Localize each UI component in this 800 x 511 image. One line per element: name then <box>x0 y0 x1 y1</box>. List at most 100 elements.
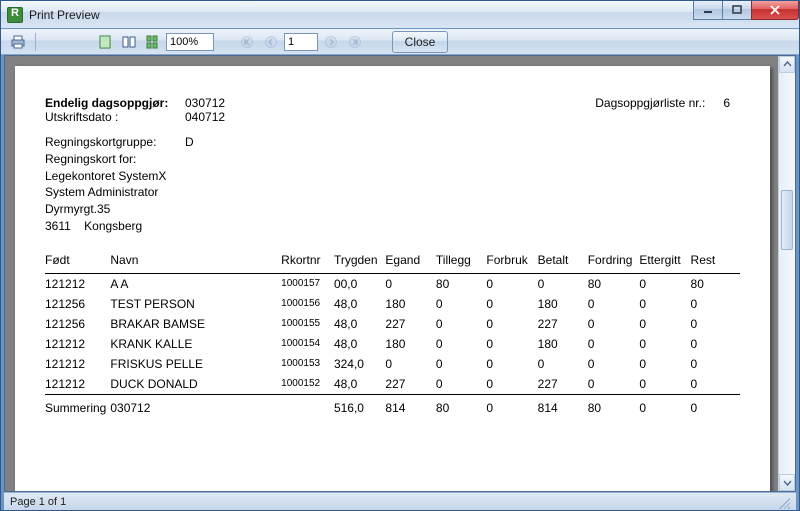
sum-rest: 0 <box>691 394 740 418</box>
regningskort-for: Regningskort for: <box>45 151 740 168</box>
cell-tillegg: 0 <box>436 374 487 395</box>
last-icon <box>349 36 361 48</box>
print-preview-window: Print Preview <box>0 0 800 511</box>
cell-rkortnr: 1000156 <box>281 294 334 314</box>
zoom-input[interactable]: 100% <box>166 33 214 51</box>
chevron-down-icon <box>783 478 792 487</box>
page-layout-button-2[interactable] <box>118 31 140 53</box>
cell-rkortnr: 1000155 <box>281 314 334 334</box>
scroll-down-button[interactable] <box>779 474 795 491</box>
cell-trygden: 324,0 <box>334 354 385 374</box>
app-icon <box>7 7 23 23</box>
cell-fordring: 80 <box>588 273 640 294</box>
next-page-button[interactable] <box>320 31 342 53</box>
summary-row: Summering 030712 516,0 814 80 0 814 80 0… <box>45 394 740 418</box>
vertical-scrollbar[interactable] <box>778 56 795 491</box>
table-row: 121256TEST PERSON100015648,018000180000 <box>45 294 740 314</box>
cell-rest: 0 <box>691 314 740 334</box>
cell-fordring: 0 <box>588 374 640 395</box>
sum-betalt: 814 <box>538 394 588 418</box>
next-icon <box>325 36 337 48</box>
col-navn: Navn <box>110 249 281 274</box>
sum-tillegg: 80 <box>436 394 487 418</box>
first-page-button[interactable] <box>236 31 258 53</box>
page-layout-button-3[interactable] <box>142 31 164 53</box>
cell-forbruk: 0 <box>486 374 537 395</box>
prev-icon <box>265 36 277 48</box>
col-rest: Rest <box>691 249 740 274</box>
cell-trygden: 00,0 <box>334 273 385 294</box>
cell-forbruk: 0 <box>486 294 537 314</box>
endelig-value: 030712 <box>185 96 225 110</box>
sum-fordring: 80 <box>588 394 640 418</box>
cell-trygden: 48,0 <box>334 314 385 334</box>
kontor-line: Legekontoret SystemX <box>45 168 740 185</box>
col-betalt: Betalt <box>538 249 588 274</box>
cell-fodt: 121212 <box>45 374 110 395</box>
adresse-line: Dyrmyrgt.35 <box>45 201 740 218</box>
utskrift-value: 040712 <box>185 110 225 124</box>
table-row: 121212KRANK KALLE100015448,018000180000 <box>45 334 740 354</box>
scroll-up-button[interactable] <box>779 56 795 73</box>
close-preview-button[interactable]: Close <box>392 31 448 53</box>
cell-fordring: 0 <box>588 294 640 314</box>
sum-ettergitt: 0 <box>639 394 690 418</box>
col-tillegg: Tillegg <box>436 249 487 274</box>
two-page-icon <box>122 35 136 49</box>
cell-rest: 80 <box>691 273 740 294</box>
cell-egand: 227 <box>385 374 435 395</box>
cell-fodt: 121212 <box>45 354 110 374</box>
cell-trygden: 48,0 <box>334 334 385 354</box>
print-button[interactable] <box>7 31 29 53</box>
maximize-button[interactable] <box>722 1 752 20</box>
cell-egand: 227 <box>385 314 435 334</box>
cell-egand: 0 <box>385 354 435 374</box>
cell-rest: 0 <box>691 354 740 374</box>
statusbar: Page 1 of 1 <box>4 492 796 510</box>
cell-trygden: 48,0 <box>334 374 385 395</box>
cell-fordring: 0 <box>588 314 640 334</box>
cell-navn: A A <box>110 273 281 294</box>
admin-line: System Administrator <box>45 184 740 201</box>
status-text: Page 1 of 1 <box>10 496 66 508</box>
last-page-button[interactable] <box>344 31 366 53</box>
info-block: Regningskortgruppe: D Regningskort for: … <box>45 134 740 235</box>
gruppe-label: Regningskortgruppe: <box>45 134 185 151</box>
minimize-button[interactable] <box>693 1 723 20</box>
cell-tillegg: 0 <box>436 354 487 374</box>
sum-egand: 814 <box>385 394 435 418</box>
printer-icon <box>10 34 26 50</box>
page-number-input[interactable]: 1 <box>284 33 318 51</box>
titlebar[interactable]: Print Preview <box>1 1 799 29</box>
cell-forbruk: 0 <box>486 334 537 354</box>
liste-value: 6 <box>723 96 730 110</box>
scrollbar-thumb[interactable] <box>781 190 793 250</box>
report-table: Født Navn Rkortnr Trygden Egand Tillegg … <box>45 249 740 418</box>
cell-navn: FRISKUS PELLE <box>110 354 281 374</box>
window-close-button[interactable] <box>751 1 799 20</box>
preview-viewport[interactable]: Dagsoppgjørliste nr.: 6 Endelig dagsoppg… <box>4 55 796 492</box>
cell-fodt: 121256 <box>45 294 110 314</box>
cell-betalt: 0 <box>538 354 588 374</box>
cell-fodt: 121256 <box>45 314 110 334</box>
cell-fordring: 0 <box>588 334 640 354</box>
sum-trygden: 516,0 <box>334 394 385 418</box>
cell-ettergitt: 0 <box>639 294 690 314</box>
multi-page-icon <box>146 35 160 49</box>
chevron-up-icon <box>783 60 792 69</box>
cell-egand: 180 <box>385 334 435 354</box>
cell-fodt: 121212 <box>45 273 110 294</box>
page-layout-button-1[interactable] <box>94 31 116 53</box>
prev-page-button[interactable] <box>260 31 282 53</box>
cell-rkortnr: 1000157 <box>281 273 334 294</box>
cell-forbruk: 0 <box>486 314 537 334</box>
cell-betalt: 227 <box>538 374 588 395</box>
liste-label: Dagsoppgjørliste nr.: <box>595 96 705 110</box>
col-fodt: Født <box>45 249 110 274</box>
gruppe-value: D <box>185 134 194 151</box>
resize-grip[interactable] <box>776 495 790 509</box>
table-row: 121212DUCK DONALD100015248,022700227000 <box>45 374 740 395</box>
cell-fordring: 0 <box>588 354 640 374</box>
cell-tillegg: 0 <box>436 334 487 354</box>
cell-navn: DUCK DONALD <box>110 374 281 395</box>
